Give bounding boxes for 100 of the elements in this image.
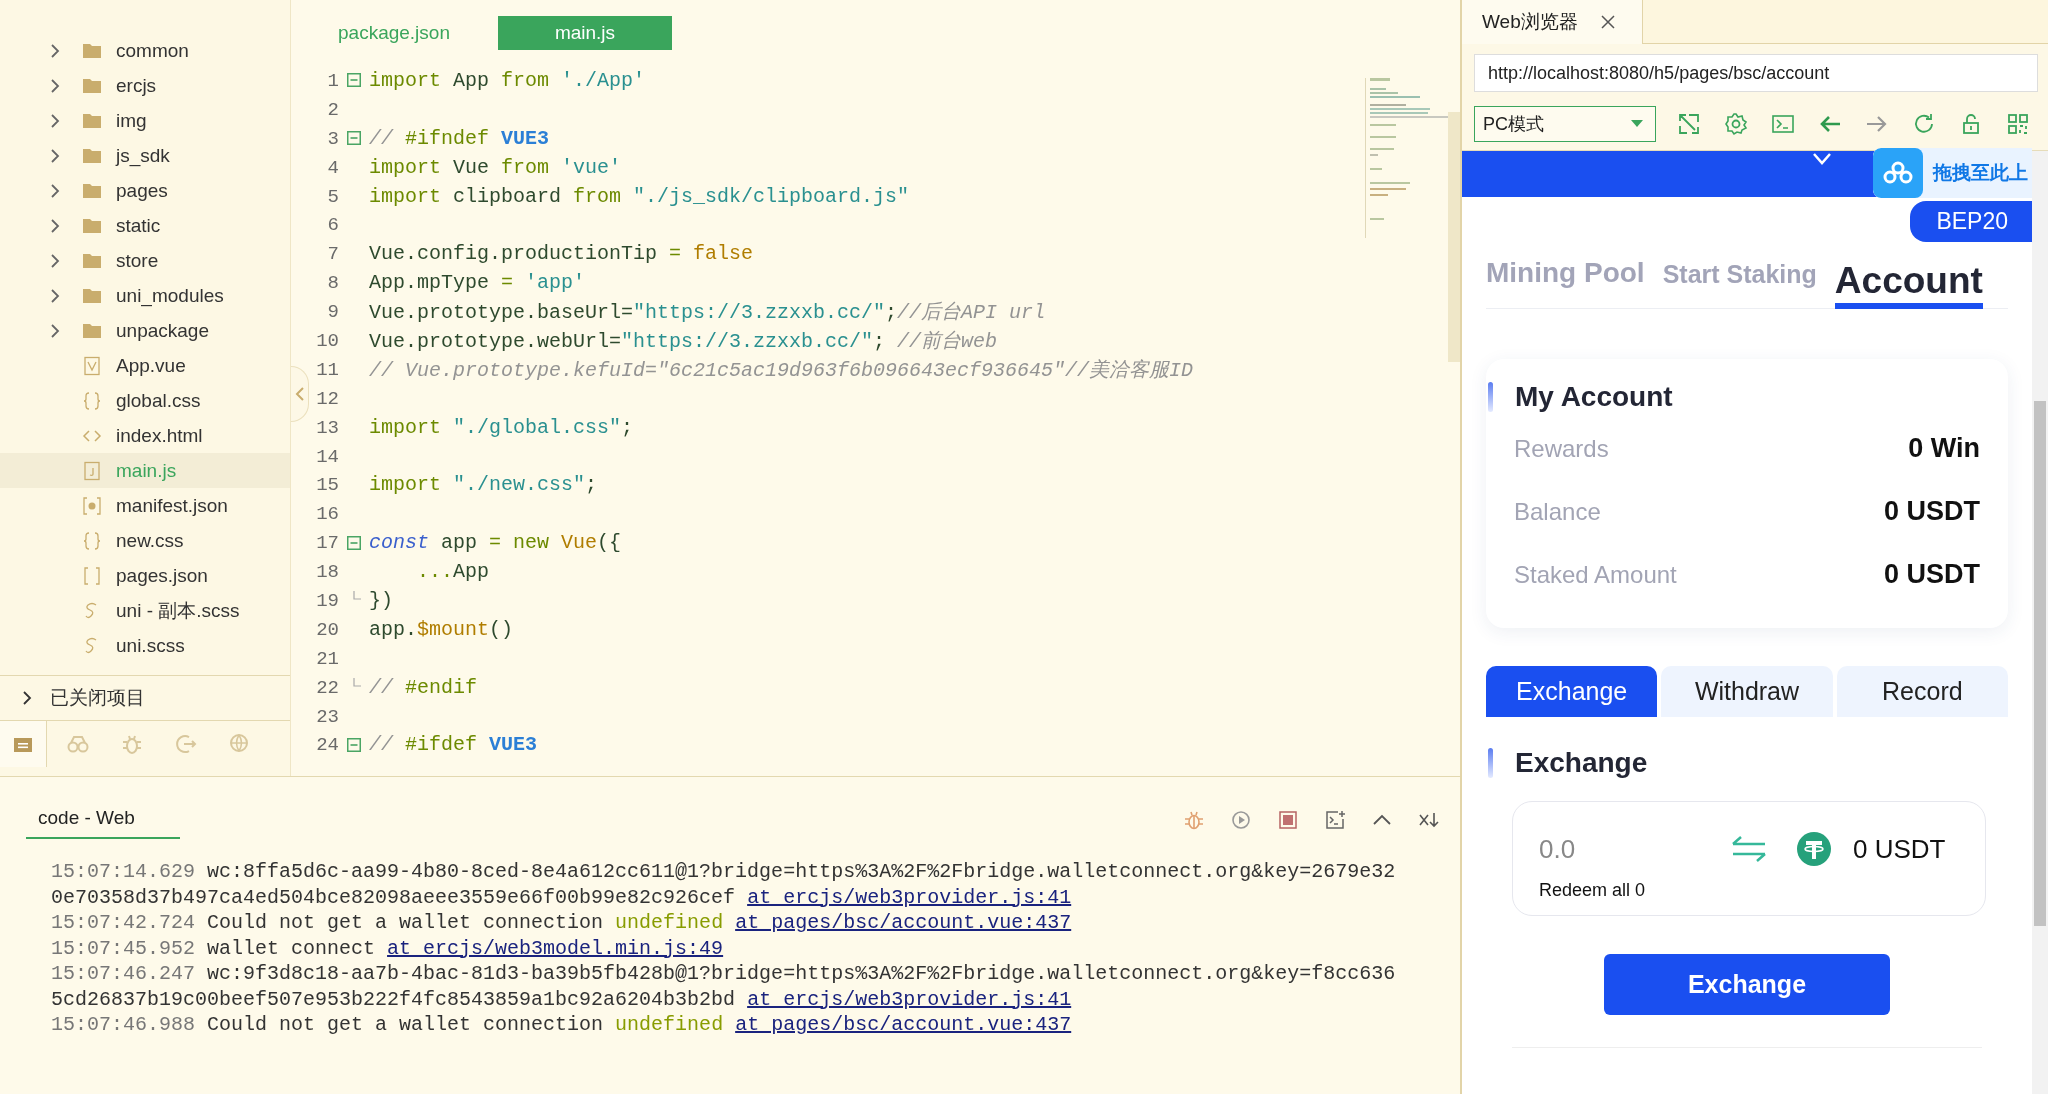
tree-item[interactable]: new.css bbox=[0, 523, 290, 558]
code-line: app.$mount() bbox=[369, 617, 514, 641]
line-number: 2 bbox=[327, 98, 339, 121]
code-line: Vue.config.productionTip = false bbox=[369, 242, 754, 266]
field-value: 0 USDT bbox=[1883, 559, 1980, 590]
action-tab[interactable]: Exchange bbox=[1486, 666, 1658, 717]
accent-bar bbox=[1488, 382, 1493, 412]
tree-item[interactable]: store bbox=[0, 243, 290, 278]
amount-field[interactable]: 0.0 bbox=[1539, 833, 1689, 865]
field-label: Staked Amount bbox=[1514, 560, 1677, 589]
collapse-fold-icon[interactable] bbox=[347, 737, 361, 752]
scrollbar[interactable] bbox=[1448, 112, 1460, 362]
source-link[interactable]: at ercjs/web3provider.js:41 bbox=[747, 885, 1072, 909]
line-number: 19 bbox=[316, 589, 339, 612]
refresh-icon[interactable] bbox=[1912, 112, 1936, 136]
chevron-icon[interactable] bbox=[50, 43, 60, 58]
line-number: 12 bbox=[316, 387, 339, 410]
tree-item[interactable]: uni.scss bbox=[0, 628, 290, 663]
chevron-down-icon[interactable] bbox=[1812, 152, 1832, 166]
closed-projects-item[interactable]: 已关闭项目 bbox=[0, 675, 290, 721]
source-link[interactable]: at pages/bsc/account.vue:437 bbox=[735, 1013, 1072, 1036]
stop-icon[interactable] bbox=[1277, 809, 1299, 831]
bug-icon[interactable] bbox=[1183, 809, 1205, 831]
tree-item[interactable]: global.css bbox=[0, 383, 290, 418]
line-number: 18 bbox=[316, 561, 339, 584]
line-number: 4 bbox=[327, 156, 339, 179]
tree-item[interactable]: manifest.json bbox=[0, 488, 290, 523]
chevron-icon[interactable] bbox=[50, 113, 60, 128]
tree-item[interactable]: img bbox=[0, 103, 290, 138]
source-link[interactable]: at ercjs/web3provider.js:41 bbox=[747, 987, 1072, 1011]
mode-select[interactable]: PC模式 bbox=[1474, 106, 1656, 142]
chevron-icon[interactable] bbox=[50, 323, 60, 338]
tree-item[interactable]: pages bbox=[0, 173, 290, 208]
code-line: // #ifndef VUE3 bbox=[369, 126, 550, 150]
collapse-fold-icon[interactable] bbox=[347, 131, 361, 146]
line-number: 14 bbox=[316, 445, 339, 468]
page-tab[interactable]: Account bbox=[1834, 259, 1983, 309]
file-icon bbox=[82, 390, 102, 411]
code-line: import App from './App' bbox=[369, 68, 646, 92]
doc-tab[interactable] bbox=[0, 721, 47, 767]
file-icon bbox=[82, 355, 102, 376]
chevron-icon[interactable] bbox=[22, 691, 32, 705]
tree-item[interactable]: ercjs bbox=[0, 68, 290, 103]
line-number: 6 bbox=[327, 214, 339, 237]
chevron-icon[interactable] bbox=[50, 288, 60, 303]
upload-drop-zone[interactable]: 拖拽至此上 bbox=[1873, 148, 2032, 198]
exchange-button[interactable]: Exchange bbox=[1604, 954, 1890, 1015]
chevron-icon[interactable] bbox=[50, 78, 60, 93]
source-link[interactable]: at ercjs/web3model.min.js:49 bbox=[387, 936, 724, 960]
tree-item[interactable]: js_sdk bbox=[0, 138, 290, 173]
code-line: Vue.prototype.webUrl="https://3.zzxxb.cc/"; //前台web bbox=[369, 328, 998, 354]
chevron-icon[interactable] bbox=[50, 148, 60, 163]
log-entry: 15:07:42.724 Could not get a wallet connection undefined at pages/bsc/account.vue:437 bbox=[51, 910, 1073, 936]
line-number: 3 bbox=[327, 127, 339, 150]
play-icon[interactable] bbox=[1230, 809, 1252, 831]
section-title: Exchange bbox=[1515, 747, 1648, 779]
tree-item[interactable]: index.html bbox=[0, 418, 290, 453]
scrollbar-thumb[interactable] bbox=[2034, 401, 2046, 926]
log-entry: 15:07:46.988 Could not get a wallet connection undefined at pages/bsc/account.vue:437 bbox=[51, 1012, 1073, 1038]
action-tab[interactable]: Withdraw bbox=[1661, 666, 1833, 717]
tree-item[interactable]: uni - 副本.scss bbox=[0, 593, 290, 628]
file-icon bbox=[82, 460, 102, 481]
collapse-fold-icon[interactable] bbox=[347, 73, 361, 88]
file-icon bbox=[82, 495, 102, 516]
tree-item[interactable]: common bbox=[0, 33, 290, 68]
tree-item[interactable]: static bbox=[0, 208, 290, 243]
grid-icon[interactable] bbox=[2006, 112, 2030, 136]
chevron-icon[interactable] bbox=[50, 253, 60, 268]
code-line: import Vue from 'vue' bbox=[369, 155, 622, 179]
balance-value: 0 USDT bbox=[1853, 833, 1946, 865]
redeem-all-link[interactable]: Redeem all 0 bbox=[1539, 880, 1646, 901]
terminal-icon[interactable] bbox=[1771, 112, 1795, 136]
code-line: const app = new Vue({ bbox=[369, 531, 622, 555]
code-line: ...App bbox=[416, 560, 490, 584]
terminal-icon[interactable] bbox=[1324, 809, 1346, 831]
chevron-icon[interactable] bbox=[50, 218, 60, 233]
line-number: 5 bbox=[327, 185, 339, 208]
line-number: 24 bbox=[316, 734, 339, 757]
collapse-fold-icon[interactable] bbox=[347, 535, 361, 550]
line-number: 15 bbox=[316, 474, 339, 497]
console-tab[interactable]: code - Web bbox=[26, 801, 180, 839]
source-link[interactable]: at pages/bsc/account.vue:437 bbox=[735, 911, 1072, 934]
line-number: 23 bbox=[316, 705, 339, 728]
tree-item[interactable]: uni_modules bbox=[0, 278, 290, 313]
expand-icon[interactable] bbox=[1677, 112, 1701, 136]
field-value: 0 USDT bbox=[1883, 496, 1980, 527]
line-number: 1 bbox=[327, 69, 339, 92]
url-field[interactable]: http://localhost:8080/h5/pages/bsc/account bbox=[1474, 54, 2038, 92]
code-line: // Vue.prototype.kefuId="6c21c5ac19d963f6b096643ecf936645"//美洽客服ID bbox=[369, 357, 1194, 383]
tree-item[interactable]: pages.json bbox=[0, 558, 290, 593]
browser-tab[interactable]: Web浏览器 bbox=[1462, 0, 1643, 44]
collapse-handle[interactable] bbox=[291, 366, 309, 422]
chevron-icon[interactable] bbox=[50, 183, 60, 198]
tree-item[interactable]: unpackage bbox=[0, 313, 290, 348]
tree-item[interactable]: App.vue bbox=[0, 348, 290, 383]
close-icon[interactable] bbox=[1599, 14, 1616, 30]
settings-icon[interactable] bbox=[1724, 112, 1748, 136]
code-line: import clipboard from "./js_sdk/clipboard.js" bbox=[369, 184, 910, 208]
line-number: 7 bbox=[327, 243, 339, 266]
action-tab[interactable]: Record bbox=[1836, 666, 2008, 717]
